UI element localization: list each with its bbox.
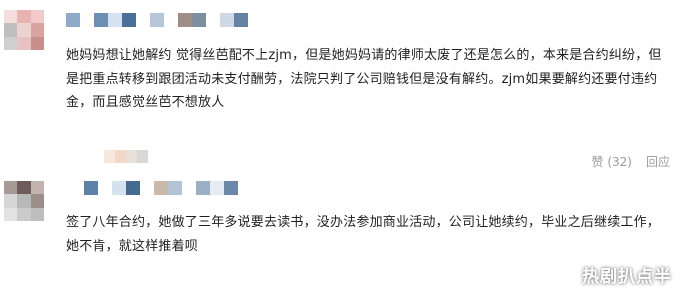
avatar-pixel (30, 207, 44, 221)
username-pixel (234, 13, 248, 27)
reply-pixel (137, 150, 148, 163)
like-button[interactable]: 赞 (32) (592, 153, 632, 170)
username-pixel (108, 13, 122, 27)
username-pixel (224, 181, 238, 195)
username-pixel (150, 13, 164, 27)
reply-pixel (115, 150, 126, 163)
reply-pixel (126, 150, 137, 163)
username-pixel (164, 13, 178, 27)
username-pixel (112, 181, 126, 195)
username-pixel (220, 13, 234, 27)
username-pixel (182, 181, 196, 195)
avatar-pixel (30, 10, 44, 24)
username-pixel (210, 181, 224, 195)
avatar-pixel (30, 36, 44, 50)
avatar-pixel (17, 194, 31, 208)
avatar-pixel (30, 194, 44, 208)
username-pixelated[interactable] (84, 181, 238, 195)
avatar-pixel (4, 23, 18, 37)
username-pixel (66, 13, 80, 27)
reply-pixel (104, 150, 115, 163)
avatar-pixel (17, 23, 31, 37)
username-pixel (136, 13, 150, 27)
comment-text: 签了八年合约，她做了三年多说要去读书，没办法参加商业活动，公司让她续约，毕业之后… (66, 215, 661, 254)
avatar[interactable] (4, 10, 44, 50)
avatar-pixel (4, 207, 18, 221)
avatar-pixel (17, 207, 31, 221)
username-pixel (178, 13, 192, 27)
username-pixel (168, 181, 182, 195)
avatar-pixel (17, 10, 31, 24)
quoted-reply-pixelated (104, 150, 148, 163)
username-pixel (122, 13, 136, 27)
username-pixel (206, 13, 220, 27)
reply-button[interactable]: 回应 (646, 153, 670, 170)
username-pixel (84, 181, 98, 195)
username-pixelated[interactable] (66, 13, 248, 27)
username-pixel (140, 181, 154, 195)
avatar-pixel (30, 181, 44, 195)
avatar[interactable] (4, 181, 44, 221)
avatar-pixel (4, 36, 18, 50)
avatar-pixel (4, 181, 18, 195)
avatar-pixel (4, 10, 18, 24)
watermark: 热剧扒点半 (582, 267, 672, 287)
comment-actions: 赞 (32) 回应 (592, 153, 670, 170)
avatar-pixel (17, 181, 31, 195)
username-pixel (94, 13, 108, 27)
username-pixel (98, 181, 112, 195)
username-pixel (80, 13, 94, 27)
username-pixel (192, 13, 206, 27)
avatar-pixel (17, 36, 31, 50)
avatar-pixel (4, 194, 18, 208)
comment-text: 她妈妈想让她解约 觉得丝芭配不上zjm，但是她妈妈请的律师太废了还是怎么的，本来… (66, 48, 662, 110)
username-pixel (126, 181, 140, 195)
username-pixel (154, 181, 168, 195)
avatar-pixel (30, 23, 44, 37)
username-pixel (196, 181, 210, 195)
